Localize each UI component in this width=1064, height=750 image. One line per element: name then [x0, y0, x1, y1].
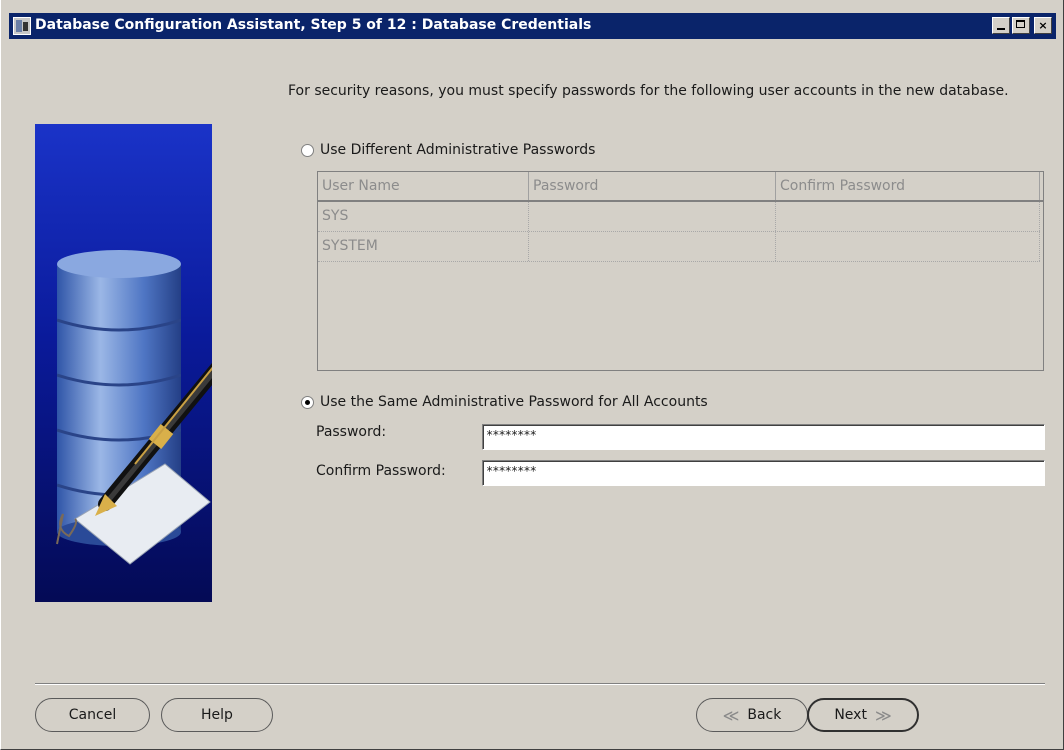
credentials-table: User Name Password Confirm Password SYS … — [317, 171, 1044, 371]
table-row: SYSTEM — [318, 232, 1040, 262]
cell-confirm-password — [776, 202, 1040, 231]
window-controls: × — [992, 17, 1052, 34]
next-label: Next — [834, 707, 867, 723]
table-row: SYS — [318, 202, 1040, 232]
dca-window: Database Configuration Assistant, Step 5… — [0, 0, 1064, 750]
back-button[interactable]: ≪ Back — [696, 698, 808, 732]
app-icon — [13, 17, 31, 35]
help-button[interactable]: Help — [161, 698, 273, 732]
next-button[interactable]: Next ≫ — [807, 698, 919, 732]
option-different-passwords[interactable]: Use Different Administrative Passwords — [301, 142, 595, 158]
cell-confirm-password — [776, 232, 1040, 261]
table-header: User Name Password Confirm Password — [318, 172, 1043, 202]
window-title: Database Configuration Assistant, Step 5… — [35, 17, 592, 33]
footer-divider — [35, 683, 1045, 685]
minimize-button[interactable] — [992, 17, 1010, 34]
wizard-illustration — [35, 124, 212, 602]
option-same-label: Use the Same Administrative Password for… — [320, 394, 708, 410]
cell-password — [529, 202, 776, 231]
confirm-password-label: Confirm Password: — [316, 463, 446, 479]
back-label: Back — [747, 707, 782, 723]
close-button[interactable]: × — [1034, 17, 1052, 34]
confirm-password-field[interactable]: ******** — [482, 460, 1045, 486]
cell-user-name: SYSTEM — [318, 232, 529, 261]
cell-password — [529, 232, 776, 261]
cell-user-name: SYS — [318, 202, 529, 231]
password-field[interactable]: ******** — [482, 424, 1045, 450]
column-header-confirm-password: Confirm Password — [776, 172, 1040, 200]
maximize-button[interactable] — [1012, 17, 1030, 34]
column-header-user-name: User Name — [318, 172, 529, 200]
next-arrow-icon: ≫ — [874, 705, 892, 725]
help-label: Help — [201, 707, 233, 723]
pen-and-tag-icon — [56, 363, 212, 565]
option-same-password[interactable]: Use the Same Administrative Password for… — [301, 394, 708, 410]
option-different-label: Use Different Administrative Passwords — [320, 142, 596, 158]
column-header-password: Password — [529, 172, 776, 200]
intro-text: For security reasons, you must specify p… — [288, 83, 1009, 99]
password-label: Password: — [316, 424, 387, 440]
radio-different-passwords[interactable] — [301, 143, 314, 157]
radio-same-password[interactable] — [301, 395, 314, 409]
title-bar[interactable]: Database Configuration Assistant, Step 5… — [9, 13, 1056, 39]
cancel-label: Cancel — [68, 707, 117, 723]
back-arrow-icon: ≪ — [722, 705, 740, 725]
cancel-button[interactable]: Cancel — [35, 698, 150, 732]
